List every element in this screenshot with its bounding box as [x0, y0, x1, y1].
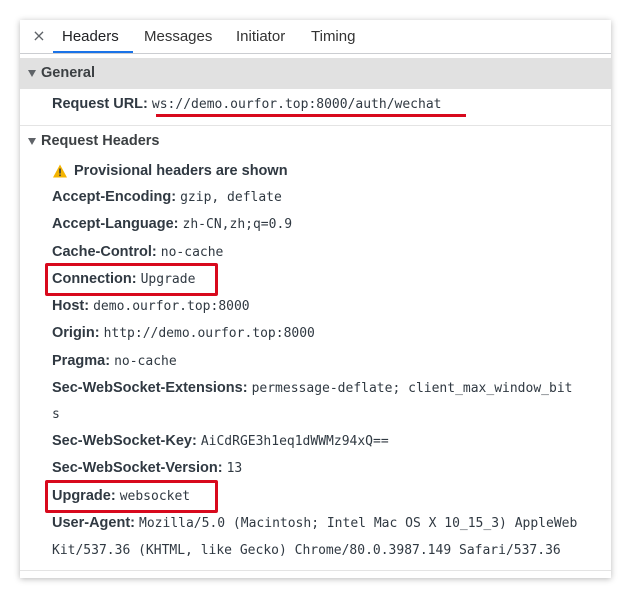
header-value[interactable]: gzip, deflate: [180, 190, 282, 205]
header-value[interactable]: AiCdRGE3h1eq1dWWMz94xQ==: [201, 434, 389, 449]
request-url-label: Request URL:: [52, 96, 148, 112]
header-name: Host:: [52, 298, 90, 314]
header-name: Accept-Language:: [52, 216, 179, 232]
tab-initiator[interactable]: Initiator: [236, 20, 285, 53]
header-value-continuation: s: [52, 404, 60, 425]
header-name: Sec-WebSocket-Version:: [52, 460, 223, 476]
header-value-wrap[interactable]: s: [52, 407, 60, 422]
header-name: User-Agent:: [52, 515, 135, 531]
header-name: Pragma:: [52, 353, 111, 369]
header-row-accept-encoding: Accept-Encoding: gzip, deflate: [52, 187, 282, 208]
close-icon[interactable]: ×: [31, 28, 47, 44]
request-headers-section-title: Request Headers: [41, 133, 160, 149]
header-name: Cache-Control:: [52, 244, 157, 260]
tab-bar: × Headers Messages Initiator Timing: [20, 20, 611, 54]
header-row-host: Host: demo.ourfor.top:8000: [52, 296, 250, 317]
header-row-origin: Origin: http://demo.ourfor.top:8000: [52, 323, 315, 344]
header-value[interactable]: no-cache: [114, 354, 177, 369]
request-headers-section-header[interactable]: Request Headers: [20, 125, 611, 157]
header-value[interactable]: permessage-deflate; client_max_window_bi…: [252, 381, 573, 396]
provisional-warning: Provisional headers are shown: [52, 161, 352, 181]
header-value-wrap[interactable]: Kit/537.36 (KHTML, like Gecko) Chrome/80…: [52, 543, 561, 558]
request-url-value[interactable]: ws://demo.ourfor.top:8000/auth/wechat: [152, 97, 442, 112]
header-name: Origin:: [52, 325, 100, 341]
upgrade-highlight-box: [45, 480, 218, 513]
devtools-headers-panel: × Headers Messages Initiator Timing Gene…: [20, 20, 611, 578]
request-url-row: Request URL: ws://demo.ourfor.top:8000/a…: [52, 94, 442, 115]
connection-highlight-box: [45, 263, 218, 296]
header-row-accept-language: Accept-Language: zh-CN,zh;q=0.9: [52, 214, 292, 235]
header-row-sec-websocket-extensions: Sec-WebSocket-Extensions: permessage-def…: [52, 378, 572, 399]
bottom-divider: [20, 570, 611, 571]
header-name: Accept-Encoding:: [52, 189, 177, 205]
collapse-triangle-icon: [28, 70, 36, 77]
collapse-triangle-icon: [28, 138, 36, 145]
header-row-user-agent: User-Agent: Mozilla/5.0 (Macintosh; Inte…: [52, 513, 577, 534]
header-row-pragma: Pragma: no-cache: [52, 351, 177, 372]
active-tab-indicator: [53, 51, 133, 53]
general-section-header[interactable]: General: [20, 58, 611, 89]
header-row-cache-control: Cache-Control: no-cache: [52, 242, 223, 263]
header-value[interactable]: zh-CN,zh;q=0.9: [183, 217, 293, 232]
header-row-sec-websocket-key: Sec-WebSocket-Key: AiCdRGE3h1eq1dWWMz94x…: [52, 431, 389, 452]
tab-timing[interactable]: Timing: [311, 20, 355, 53]
tab-messages[interactable]: Messages: [144, 20, 212, 53]
header-name: Sec-WebSocket-Extensions:: [52, 380, 248, 396]
request-url-highlight-underline: [156, 114, 466, 117]
tab-headers[interactable]: Headers: [62, 20, 119, 53]
provisional-warning-text: Provisional headers are shown: [74, 163, 288, 179]
header-value[interactable]: demo.ourfor.top:8000: [93, 299, 250, 314]
general-section-title: General: [41, 65, 95, 81]
warning-triangle-icon: [53, 164, 67, 178]
header-value-continuation: Kit/537.36 (KHTML, like Gecko) Chrome/80…: [52, 540, 561, 561]
header-row-sec-websocket-version: Sec-WebSocket-Version: 13: [52, 458, 242, 479]
header-value[interactable]: 13: [227, 461, 243, 476]
header-value[interactable]: http://demo.ourfor.top:8000: [104, 326, 315, 341]
header-value[interactable]: Mozilla/5.0 (Macintosh; Intel Mac OS X 1…: [139, 516, 577, 531]
header-value[interactable]: no-cache: [161, 245, 224, 260]
header-name: Sec-WebSocket-Key:: [52, 433, 197, 449]
